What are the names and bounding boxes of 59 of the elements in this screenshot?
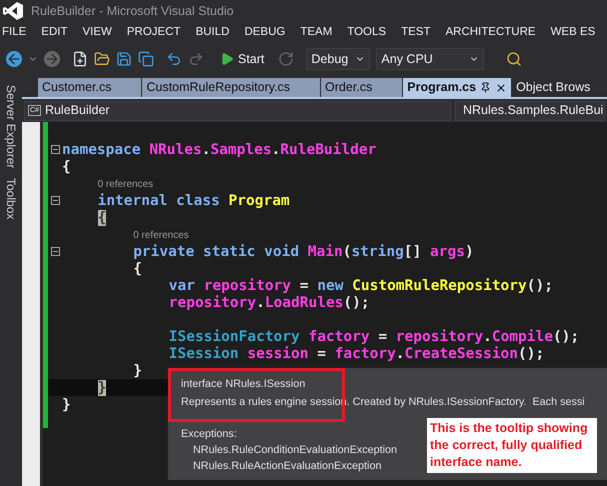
file-tab[interactable]: Program.cs [403, 78, 512, 97]
menu-item[interactable]: DEBUG [244, 24, 286, 42]
play-icon [220, 52, 234, 66]
code-line: namespace NRules.Samples.RuleBuilder [62, 142, 376, 158]
brace: } [98, 380, 106, 396]
exception-name: NRules.RuleConditionEvaluationException [192, 443, 398, 458]
code-line: ISessionFactory factory = repository.Compile(); [168, 328, 580, 344]
search-icon[interactable] [506, 51, 522, 67]
menu-item[interactable]: TEAM [300, 24, 332, 42]
menu-item[interactable]: EDIT [41, 24, 68, 42]
code-line: var repository = new CustomRuleRepository(); [168, 278, 553, 294]
file-tab[interactable]: Customer.cs [38, 78, 142, 97]
brace: { [133, 260, 142, 276]
brace: } [133, 362, 142, 378]
start-button[interactable]: Start [220, 50, 264, 68]
code-line: repository.LoadRules(); [168, 294, 370, 310]
tooltip-signature: interface NRules.ISession [181, 377, 306, 392]
menu-item[interactable]: ARCHITECTURE [445, 24, 536, 42]
brace: { [62, 158, 71, 174]
scope-dropdown[interactable]: NRules.Samples.RuleBui [455, 100, 605, 120]
menu-item[interactable]: VIEW [82, 24, 112, 42]
pin-icon[interactable] [480, 82, 492, 93]
file-tab[interactable]: Order.cs [321, 78, 402, 97]
redo-icon[interactable] [188, 51, 204, 67]
menu-item[interactable]: TEST [401, 24, 430, 42]
references-count[interactable]: 0 references [98, 178, 154, 190]
save-all-icon[interactable] [138, 51, 154, 67]
open-folder-icon[interactable] [94, 51, 110, 67]
close-icon[interactable] [495, 82, 508, 94]
save-icon[interactable] [116, 51, 132, 67]
menu-item[interactable]: FILE [2, 24, 26, 42]
collapse-icon[interactable] [50, 145, 60, 154]
logo-icon [3, 2, 23, 20]
annotation-note: This is the tooltip showing the correct, fully qualified interface name. [427, 418, 597, 473]
side-tab[interactable]: Server Explorer [2, 85, 20, 168]
menu-item[interactable]: PROJECT [126, 24, 181, 42]
window-title: RuleBuilder - Microsoft Visual Studio [31, 2, 234, 20]
file-tab[interactable]: CustomRuleRepository.cs [142, 78, 320, 97]
menu-item[interactable]: TOOLS [347, 24, 386, 42]
side-tab[interactable]: Toolbox [2, 178, 20, 220]
brace: { [98, 210, 106, 226]
code-line: ISession session = factory.CreateSession(); [168, 346, 544, 362]
exception-name: NRules.RuleActionEvaluationException [192, 459, 382, 474]
configuration-dropdown[interactable]: Debug [306, 48, 370, 70]
collapse-icon[interactable] [50, 196, 60, 205]
menu-item[interactable]: WEB ES [550, 24, 596, 42]
exceptions-label: Exceptions: [181, 427, 237, 442]
back-icon[interactable] [6, 51, 22, 67]
brace: } [62, 396, 71, 412]
code-line: private static void Main(string[] args) [133, 244, 474, 260]
refresh-icon[interactable] [278, 51, 294, 67]
new-file-icon[interactable] [72, 51, 88, 67]
undo-icon[interactable] [166, 51, 182, 67]
forward-icon[interactable] [44, 51, 60, 67]
platform-dropdown[interactable]: Any CPU [376, 48, 484, 70]
references-count[interactable]: 0 references [133, 230, 189, 240]
menu-item[interactable]: BUILD [196, 24, 230, 42]
collapse-icon[interactable] [50, 247, 60, 256]
code-line: internal class Program [98, 192, 290, 208]
